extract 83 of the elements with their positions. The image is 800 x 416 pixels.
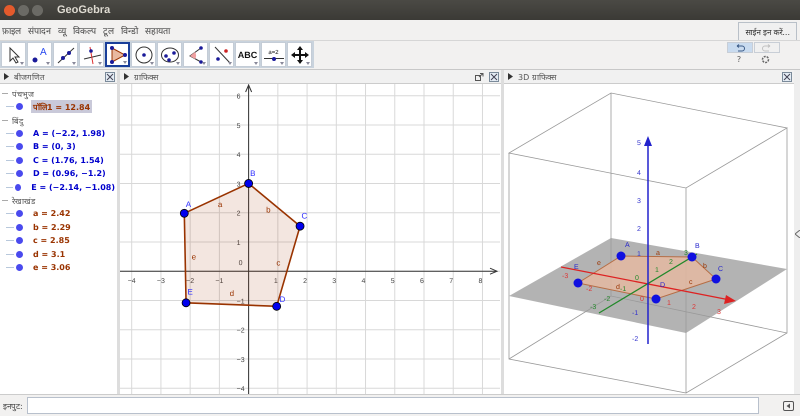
line-with-points-icon bbox=[212, 44, 232, 64]
visibility-dot[interactable] bbox=[16, 224, 23, 231]
expand-triangle-icon[interactable] bbox=[124, 73, 129, 80]
visibility-dot[interactable] bbox=[16, 103, 23, 110]
visibility-dot[interactable] bbox=[16, 237, 23, 244]
visibility-dot[interactable] bbox=[15, 184, 22, 191]
window-title: GeoGebra bbox=[57, 4, 110, 16]
group-heading[interactable]: पंचभुज bbox=[12, 88, 34, 99]
expand-triangle-icon[interactable] bbox=[4, 73, 9, 80]
point bbox=[688, 252, 696, 262]
panel-title: ग्राफिक्स bbox=[134, 72, 158, 82]
segment-label: c bbox=[276, 258, 280, 268]
point[interactable] bbox=[180, 208, 189, 218]
point-label: A bbox=[186, 200, 192, 209]
close-icon[interactable] bbox=[105, 72, 115, 82]
point[interactable] bbox=[182, 298, 190, 308]
segment-label: e bbox=[192, 252, 196, 262]
text-tool-label: ABC bbox=[238, 50, 258, 60]
point[interactable] bbox=[244, 179, 254, 188]
menu-item[interactable]: व्यू bbox=[58, 24, 66, 36]
pentagon[interactable] bbox=[184, 182, 301, 308]
undock-icon[interactable] bbox=[475, 72, 484, 80]
algebra-entry[interactable]: C = (1.76, 1.54) bbox=[31, 154, 106, 166]
input-label: इनपुट: bbox=[3, 401, 23, 411]
expand-triangle-icon[interactable] bbox=[508, 73, 513, 80]
menu-item[interactable]: विन्डो bbox=[121, 24, 138, 36]
perpendicular-lines-icon bbox=[82, 44, 102, 64]
algebra-entry[interactable]: D = (0.96, −1.2) bbox=[31, 168, 108, 180]
input-field[interactable] bbox=[26, 397, 759, 414]
menu-item[interactable]: विकल्प bbox=[73, 24, 96, 36]
ellipse-icon bbox=[160, 44, 180, 64]
menu-item[interactable]: संपादन bbox=[28, 24, 51, 36]
line-icon bbox=[56, 44, 76, 64]
sign-in-button[interactable]: साईन इन करें... bbox=[738, 22, 797, 40]
visibility-dot[interactable] bbox=[16, 264, 23, 272]
help-button[interactable]: ? bbox=[736, 55, 742, 64]
group-heading[interactable]: बिंदु bbox=[12, 114, 23, 126]
tool-button[interactable] bbox=[105, 42, 130, 67]
menu-item[interactable]: सहायता bbox=[145, 24, 170, 36]
point bbox=[712, 274, 720, 284]
point bbox=[616, 252, 626, 260]
algebra-entry[interactable]: A = (−2.2, 1.98) bbox=[31, 128, 108, 139]
point-label: D bbox=[280, 294, 286, 304]
undo-arrow-icon bbox=[735, 44, 745, 52]
settings-icon[interactable] bbox=[761, 55, 770, 64]
redo-arrow-icon bbox=[762, 44, 772, 52]
point bbox=[652, 294, 660, 304]
algebra-entry[interactable]: पॉलि1 = 12.84 bbox=[31, 100, 92, 114]
undo-button[interactable] bbox=[727, 42, 753, 53]
visibility-dot[interactable] bbox=[16, 250, 23, 258]
tool-button[interactable]: ABC bbox=[235, 42, 260, 67]
algebra-entry[interactable]: a = 2.42 bbox=[31, 208, 72, 220]
segment-label: b bbox=[266, 206, 271, 215]
segment-label: d bbox=[230, 289, 234, 298]
panel-title: 3D ग्राफिक्स bbox=[518, 72, 556, 82]
visibility-dot[interactable] bbox=[16, 210, 23, 218]
visibility-dot[interactable] bbox=[16, 130, 23, 137]
algebra-entry[interactable]: e = 3.06 bbox=[31, 262, 72, 274]
point bbox=[574, 278, 582, 288]
menu-item[interactable]: टूल bbox=[103, 24, 114, 36]
close-icon[interactable] bbox=[782, 72, 792, 82]
segment-label: a bbox=[218, 200, 222, 209]
group-heading[interactable]: रेखाखंड bbox=[12, 195, 35, 206]
point[interactable] bbox=[272, 302, 282, 311]
visibility-dot[interactable] bbox=[16, 156, 23, 164]
point-label: E bbox=[188, 288, 193, 297]
keyboard-toggle-icon[interactable] bbox=[783, 400, 794, 410]
algebra-entry[interactable]: B = (0, 3) bbox=[31, 141, 78, 152]
menu-item[interactable]: फ़ाइल bbox=[2, 24, 21, 36]
visibility-dot[interactable] bbox=[16, 170, 23, 178]
point[interactable] bbox=[296, 222, 304, 231]
close-icon[interactable] bbox=[489, 72, 499, 82]
algebra-entry[interactable]: E = (−2.14, −1.08) bbox=[29, 182, 117, 193]
point-label: C bbox=[302, 212, 308, 221]
panel-title: बीजगणित bbox=[14, 72, 45, 82]
visibility-dot[interactable] bbox=[16, 143, 23, 150]
algebra-entry[interactable]: d = 3.1 bbox=[31, 248, 68, 260]
algebra-entry[interactable]: c = 2.85 bbox=[31, 235, 72, 246]
circle-icon bbox=[134, 44, 154, 64]
triangle-icon bbox=[108, 44, 128, 64]
point-label: B bbox=[250, 169, 256, 178]
algebra-entry[interactable]: b = 2.29 bbox=[31, 222, 73, 233]
move-arrows-icon bbox=[290, 44, 310, 64]
